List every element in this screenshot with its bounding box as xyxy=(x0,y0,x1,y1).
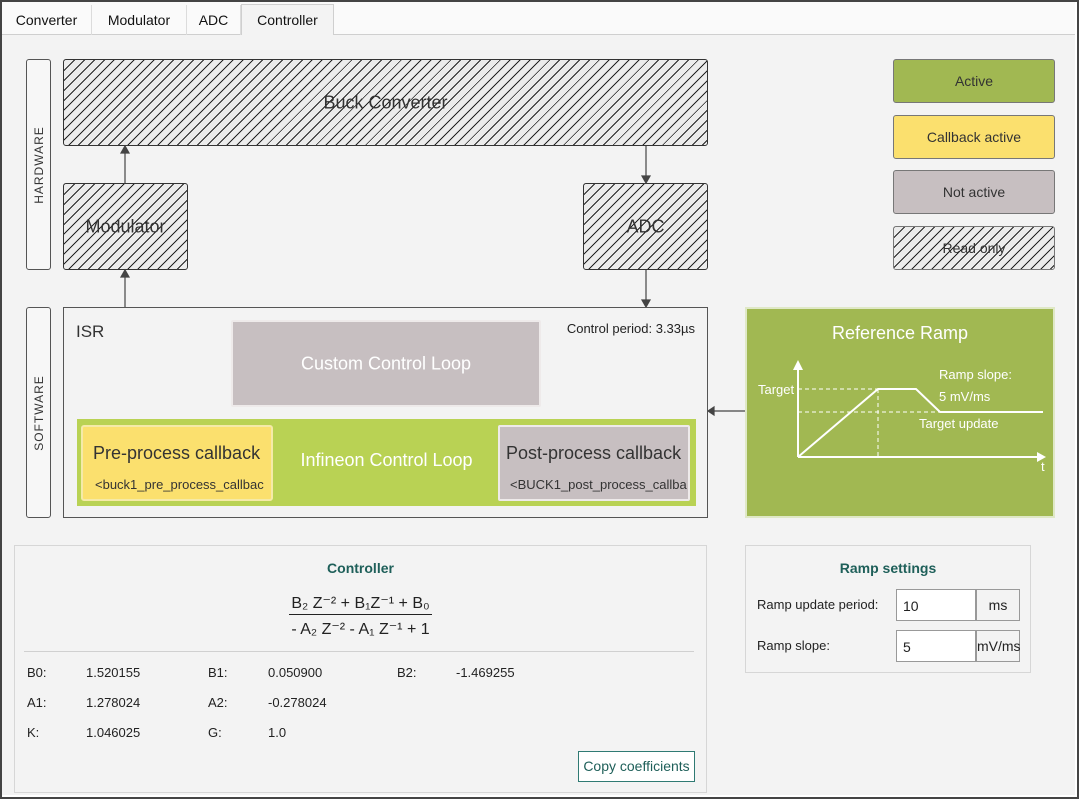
ramp-update-period-input[interactable]: 10 xyxy=(896,589,976,621)
ramp-graph xyxy=(793,360,1046,462)
ramp-update-period-label: Ramp update period: xyxy=(757,597,879,612)
legend-active: Active xyxy=(893,59,1055,103)
ramp-slope-value-label: 5 mV/ms xyxy=(939,389,991,404)
legend-not-active-label: Not active xyxy=(942,184,1006,200)
coefficient-label-a1: A1: xyxy=(27,695,47,710)
control-period-text: Control period: 3.33µs xyxy=(566,321,695,336)
target-update-label: Target update xyxy=(919,416,999,431)
coefficient-label-b0: B0: xyxy=(27,665,47,680)
ramp-slope-input[interactable]: 5 xyxy=(896,630,976,662)
coefficient-label-g: G: xyxy=(208,725,222,740)
coefficient-label-b2: B2: xyxy=(397,665,417,680)
pre-process-label: Pre-process callback xyxy=(93,443,261,463)
legend-not-active: Not active xyxy=(893,170,1055,214)
custom-control-loop-label: Custom Control Loop xyxy=(300,353,472,373)
copy-coefficients-button[interactable]: Copy coefficients xyxy=(578,751,695,782)
coefficient-value-k: 1.046025 xyxy=(86,725,141,740)
transfer-function: B₂ Z⁻² + B₁Z⁻¹ + B₀ xyxy=(14,593,707,615)
pre-process-callback-block[interactable]: Pre-process callback <buck1_pre_process_… xyxy=(81,425,273,501)
transfer-function-numerator: B₂ Z⁻² + B₁Z⁻¹ + B₀ xyxy=(289,593,432,615)
pre-process-function-name: <buck1_pre_process_callbac xyxy=(95,477,264,492)
coefficient-label-k: K: xyxy=(27,725,40,740)
ramp-slope-unit: mV/ms xyxy=(976,630,1021,662)
coefficient-label-a2: A2: xyxy=(208,695,228,710)
time-axis-label: t xyxy=(1041,459,1045,474)
legend-read-only-label: Read only xyxy=(942,240,1006,256)
isr-label: ISR xyxy=(76,322,105,341)
controller-divider xyxy=(24,651,694,652)
ramp-slope-label: Ramp slope: xyxy=(939,367,1012,382)
legend-read-only: Read only xyxy=(893,226,1055,270)
isr-block: ISR Control period: 3.33µs Custom Contro… xyxy=(63,307,708,518)
ramp-update-period-unit: ms xyxy=(976,589,1020,621)
ramp-target-label: Target xyxy=(758,382,795,397)
post-process-function-name: <BUCK1_post_process_callba xyxy=(510,477,687,492)
controller-title: Controller xyxy=(327,560,394,576)
coefficient-value-a1: 1.278024 xyxy=(86,695,141,710)
reference-ramp-block[interactable]: Reference Ramp Target Ramp slope: 5 mV/m… xyxy=(745,307,1055,518)
coefficient-value-b1: 0.050900 xyxy=(268,665,323,680)
transfer-function-denominator: - A₂ Z⁻² - A₁ Z⁻¹ + 1 xyxy=(291,621,430,638)
ramp-settings-title: Ramp settings xyxy=(839,560,937,576)
legend-active-label: Active xyxy=(954,73,994,89)
infineon-control-loop-block[interactable]: Infineon Control Loop Pre-process callba… xyxy=(77,419,696,506)
custom-control-loop-block[interactable]: Custom Control Loop xyxy=(231,320,541,407)
coefficient-value-a2: -0.278024 xyxy=(268,695,327,710)
coefficient-value-b2: -1.469255 xyxy=(456,665,515,680)
post-process-label: Post-process callback xyxy=(506,443,682,463)
coefficient-label-b1: B1: xyxy=(208,665,228,680)
legend-callback-active: Callback active xyxy=(893,115,1055,159)
coefficient-value-g: 1.0 xyxy=(268,725,287,740)
coefficient-value-b0: 1.520155 xyxy=(86,665,141,680)
post-process-callback-block[interactable]: Post-process callback <BUCK1_post_proces… xyxy=(498,425,690,501)
legend-callback-active-label: Callback active xyxy=(926,129,1022,145)
ramp-slope-setting-label: Ramp slope: xyxy=(757,638,830,653)
